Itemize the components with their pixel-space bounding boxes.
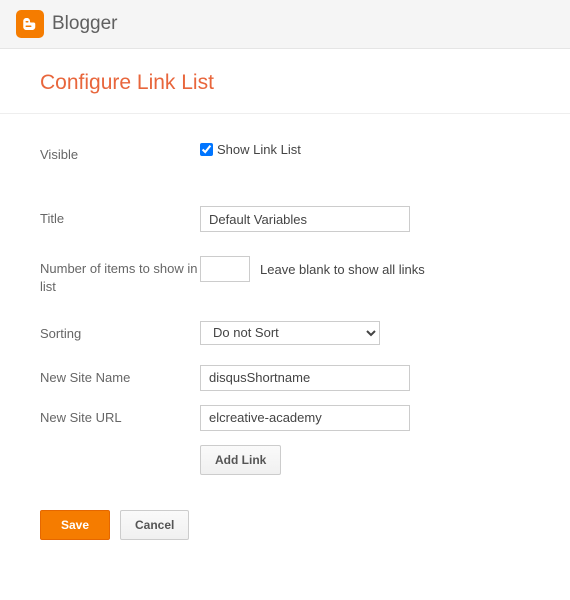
row-title: Title: [40, 206, 530, 232]
row-visible: Visible Show Link List: [40, 142, 530, 164]
checkbox-show-link-list-label: Show Link List: [217, 142, 301, 157]
blogger-logo-icon: [16, 10, 44, 38]
label-visible: Visible: [40, 142, 200, 164]
row-new-site-name: New Site Name: [40, 365, 530, 391]
input-title[interactable]: [200, 206, 410, 232]
label-title: Title: [40, 206, 200, 228]
label-new-site-name: New Site Name: [40, 365, 200, 387]
row-sorting: Sorting Do not Sort: [40, 321, 530, 345]
header-bar: Blogger: [0, 0, 570, 49]
label-spacer: [40, 445, 200, 449]
checkbox-show-link-list-wrapper[interactable]: Show Link List: [200, 142, 301, 157]
select-sorting[interactable]: Do not Sort: [200, 321, 380, 345]
label-sorting: Sorting: [40, 321, 200, 343]
hint-items-count: Leave blank to show all links: [260, 262, 425, 277]
label-items-count: Number of items to show in list: [40, 256, 200, 296]
brand-label: Blogger: [52, 13, 118, 35]
add-link-button[interactable]: Add Link: [200, 445, 281, 475]
label-new-site-url: New Site URL: [40, 405, 200, 427]
form-area: Visible Show Link List Title Number of i…: [0, 114, 570, 499]
footer-buttons: Save Cancel: [40, 510, 189, 540]
row-items-count: Number of items to show in list Leave bl…: [40, 256, 530, 296]
row-add-link: Add Link: [40, 445, 530, 475]
input-new-site-name[interactable]: [200, 365, 410, 391]
row-new-site-url: New Site URL: [40, 405, 530, 431]
input-new-site-url[interactable]: [200, 405, 410, 431]
page-title: Configure Link List: [0, 49, 570, 114]
cancel-button[interactable]: Cancel: [120, 510, 189, 540]
save-button[interactable]: Save: [40, 510, 110, 540]
input-items-count[interactable]: [200, 256, 250, 282]
checkbox-show-link-list[interactable]: [200, 143, 213, 156]
